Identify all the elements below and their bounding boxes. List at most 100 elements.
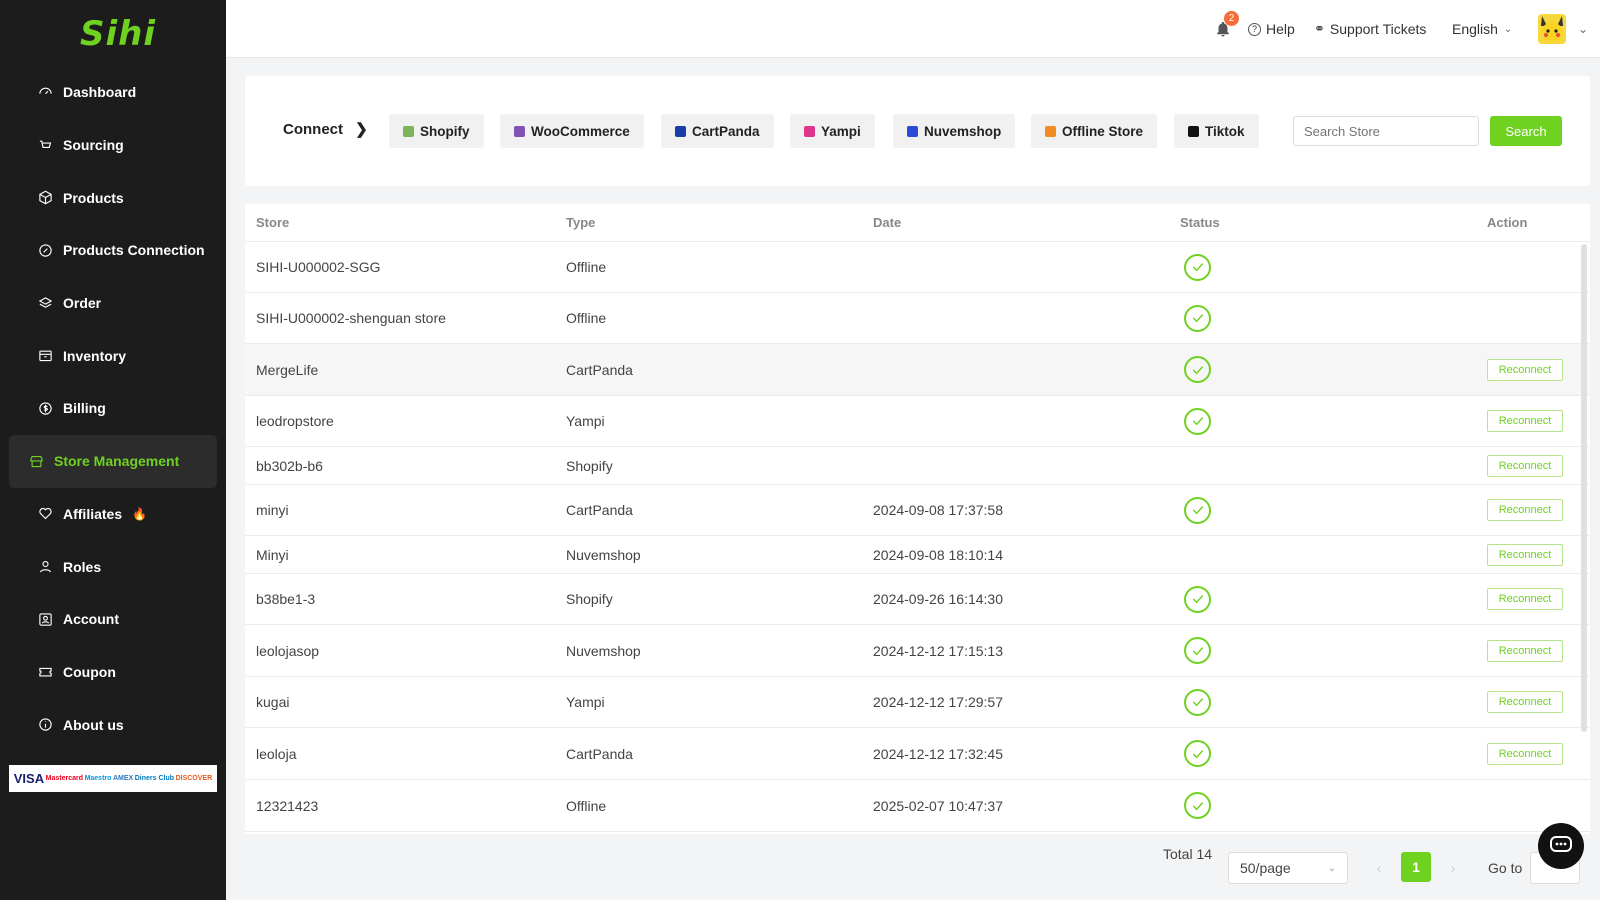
reconnect-button[interactable]: Reconnect [1487, 588, 1563, 610]
reconnect-button[interactable]: Reconnect [1487, 454, 1563, 477]
help-link[interactable]: ? Help [1248, 0, 1295, 58]
inventory-icon [37, 348, 53, 364]
table-row[interactable]: leolojasop Nuvemshop 2024-12-12 17:15:13 Re… [245, 625, 1590, 677]
chevron-right-icon: ❯ [355, 121, 368, 138]
connect-tiktok-button[interactable]: Tiktok [1174, 114, 1259, 148]
sidebar-item-label: Store Management [54, 453, 180, 470]
total-count: Total 14 [1163, 846, 1213, 862]
status-check-icon [1184, 356, 1211, 383]
store-date: 2024-12-12 17:29:57 [873, 694, 1003, 710]
store-type: Nuvemshop [566, 546, 641, 563]
connect-shopify-button[interactable]: Shopify [389, 114, 484, 148]
platform-label: Offline Store [1062, 123, 1144, 139]
status-check-icon [1184, 688, 1211, 716]
next-page-button[interactable]: › [1443, 852, 1463, 884]
reconnect-button[interactable]: Reconnect [1487, 639, 1563, 662]
sidebar-item-order[interactable]: Order [9, 277, 217, 330]
header-status: Status [1180, 215, 1220, 230]
sidebar-item-inventory[interactable]: Inventory [9, 329, 217, 382]
connect-nuvemshop-button[interactable]: Nuvemshop [893, 114, 1016, 148]
header-store: Store [256, 215, 290, 230]
sidebar-item-dashboard[interactable]: Dashboard [9, 66, 217, 119]
sidebar-item-store-management[interactable]: Store Management [9, 434, 217, 488]
store-name: SIHI-U000002-shenguan store [256, 310, 446, 326]
store-type: Yampi [566, 694, 605, 710]
table-row[interactable]: Minyi Nuvemshop 2024-09-08 18:10:14 Reconne… [245, 536, 1590, 574]
sidebar-item-billing[interactable]: Billing [9, 382, 217, 435]
sidebar-item-roles[interactable]: Roles [9, 540, 217, 593]
prev-page-button[interactable]: ‹ [1369, 852, 1389, 884]
platform-label: Yampi [821, 123, 861, 139]
table-row[interactable]: leodropstore Yampi Reconnect [245, 396, 1590, 447]
header-type: Type [566, 215, 596, 230]
sidebar-item-sourcing[interactable]: Sourcing [9, 119, 217, 172]
connect-cartpanda-button[interactable]: CartPanda [661, 114, 774, 148]
store-type: Shopify [566, 457, 613, 474]
sidebar-item-products-connection[interactable]: Products Connection [9, 224, 217, 277]
reconnect-button[interactable]: Reconnect [1487, 691, 1563, 713]
table-row[interactable]: SIHI-U000002-SGG Offline [245, 242, 1590, 293]
account-chevron-down-icon[interactable]: ⌄ [1578, 0, 1588, 58]
store-type: Shopify [566, 591, 613, 607]
payment-card-discover: DISCOVER [175, 775, 213, 782]
connect-yampi-button[interactable]: Yampi [790, 114, 875, 148]
chat-button[interactable] [1538, 823, 1584, 869]
platform-label: Shopify [420, 123, 470, 139]
chevron-down-icon: ⌄ [1503, 23, 1513, 35]
search-button[interactable]: Search [1490, 116, 1562, 146]
table-body: SIHI-U000002-SGG Offline SIHI-U000002-shen… [245, 242, 1590, 832]
page-size-select[interactable]: 50/page ⌄ [1228, 852, 1348, 884]
reconnect-button[interactable]: Reconnect [1487, 742, 1563, 765]
store-name: Minyi [256, 546, 289, 563]
table-row[interactable]: SIHI-U000002-shenguan store Offline [245, 293, 1590, 344]
table-row[interactable]: kugai Yampi 2024-12-12 17:29:57 Reconnect [245, 677, 1590, 728]
cartpanda-logo-icon [675, 125, 686, 137]
connect-woocommerce-button[interactable]: WooCommerce [500, 114, 644, 148]
notification-bell-icon[interactable] [1214, 0, 1232, 58]
reconnect-button[interactable]: Reconnect [1487, 410, 1563, 432]
support-tickets-link[interactable]: ⚭ Support Tickets [1314, 0, 1426, 58]
payment-card-maestro: Maestro [84, 775, 112, 782]
platform-label: Tiktok [1205, 123, 1245, 139]
avatar[interactable] [1538, 14, 1566, 44]
status-check-icon [1184, 304, 1211, 332]
store-type: Offline [566, 797, 607, 814]
pagination: Total 14 50/page ⌄ ‹ 1 › Go to [226, 838, 1600, 900]
search-store-input[interactable] [1293, 116, 1479, 146]
table-row[interactable]: bb302b-b6 Shopify Reconnect [245, 447, 1590, 485]
reconnect-button[interactable]: Reconnect [1487, 499, 1563, 521]
language-select[interactable]: English ⌄ [1452, 0, 1512, 58]
table-scrollbar[interactable] [1581, 244, 1587, 732]
box-icon [37, 190, 53, 206]
sidebar-item-label: About us [63, 716, 124, 733]
status-check-icon [1184, 792, 1211, 819]
store-date: 2025-02-07 10:47:37 [873, 797, 1003, 814]
table-row[interactable]: minyi CartPanda 2024-09-08 17:37:58 Reconne… [245, 485, 1590, 536]
table-row[interactable]: MergeLife CartPanda Reconnect [245, 344, 1590, 396]
sidebar-item-coupon[interactable]: Coupon [9, 646, 217, 699]
table-row[interactable]: b38be1-3 Shopify 2024-09-26 16:14:30 Reconn… [245, 574, 1590, 625]
sidebar-item-products[interactable]: Products [9, 171, 217, 224]
sidebar-item-account[interactable]: Account [9, 593, 217, 646]
reconnect-button[interactable]: Reconnect [1487, 543, 1563, 566]
nuvemshop-logo-icon [907, 125, 918, 137]
brand-logo[interactable]: Sihi [80, 14, 156, 54]
question-icon: ? [1248, 22, 1261, 36]
store-name: leolojasop [256, 642, 320, 659]
help-label: Help [1266, 21, 1295, 37]
sidebar-item-label: Dashboard [63, 84, 137, 101]
store-name: leoloja [256, 745, 297, 762]
page-1-button[interactable]: 1 [1401, 852, 1431, 882]
table-row[interactable]: 12321423 Offline 2025-02-07 10:47:37 [245, 780, 1590, 832]
status-check-icon [1184, 407, 1211, 435]
sidebar-item-label: Affiliates [63, 505, 123, 522]
reconnect-button[interactable]: Reconnect [1487, 358, 1563, 381]
connect-offline-store-button[interactable]: Offline Store [1031, 114, 1158, 148]
store-name: SIHI-U000002-SGG [256, 259, 381, 275]
connect-label: Connect ❯ [283, 120, 368, 138]
sidebar-item-label: Products [63, 189, 124, 206]
table-row[interactable]: leoloja CartPanda 2024-12-12 17:32:45 Recon… [245, 728, 1590, 780]
fire-icon: 🔥 [132, 506, 148, 521]
sidebar-item-affiliates[interactable]: Affiliates 🔥 [9, 488, 217, 541]
sidebar-item-about-us[interactable]: About us [9, 698, 217, 751]
